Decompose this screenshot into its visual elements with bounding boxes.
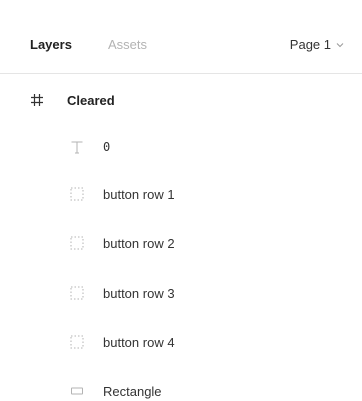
tab-assets[interactable]: Assets (108, 37, 147, 53)
group-dotted-icon (70, 236, 84, 250)
panel-header: Layers Assets Page 1 (0, 0, 362, 74)
layer-row[interactable]: button row 2 (0, 229, 362, 257)
layer-name: Cleared (67, 92, 115, 108)
page-selector-label: Page 1 (289, 37, 331, 52)
layer-name: button row 4 (103, 334, 175, 350)
layer-row[interactable]: button row 4 (0, 328, 362, 356)
group-dotted-icon (70, 335, 84, 349)
layer-row[interactable]: button row 1 (0, 180, 362, 208)
rectangle-icon (71, 387, 83, 395)
layer-name: button row 2 (103, 235, 175, 251)
text-icon (71, 141, 83, 154)
layer-row[interactable]: 0 (0, 133, 362, 161)
layer-name: Rectangle (103, 383, 162, 399)
layer-row-frame[interactable]: Cleared (0, 86, 362, 114)
page-selector[interactable]: Page 1 (290, 37, 345, 53)
frame-hash-icon (31, 94, 43, 106)
group-dotted-icon (70, 187, 84, 201)
group-dotted-icon (70, 286, 84, 300)
layers-panel: Layers Assets Page 1 Cleared 0 button ro… (0, 0, 362, 401)
layer-name: button row 1 (103, 186, 175, 202)
chevron-down-icon (336, 43, 344, 48)
tab-layers[interactable]: Layers (30, 37, 72, 53)
layer-row[interactable]: button row 3 (0, 279, 362, 307)
layer-name: button row 3 (103, 285, 175, 301)
layer-row[interactable]: Rectangle (0, 377, 362, 401)
layer-name: 0 (103, 140, 111, 154)
